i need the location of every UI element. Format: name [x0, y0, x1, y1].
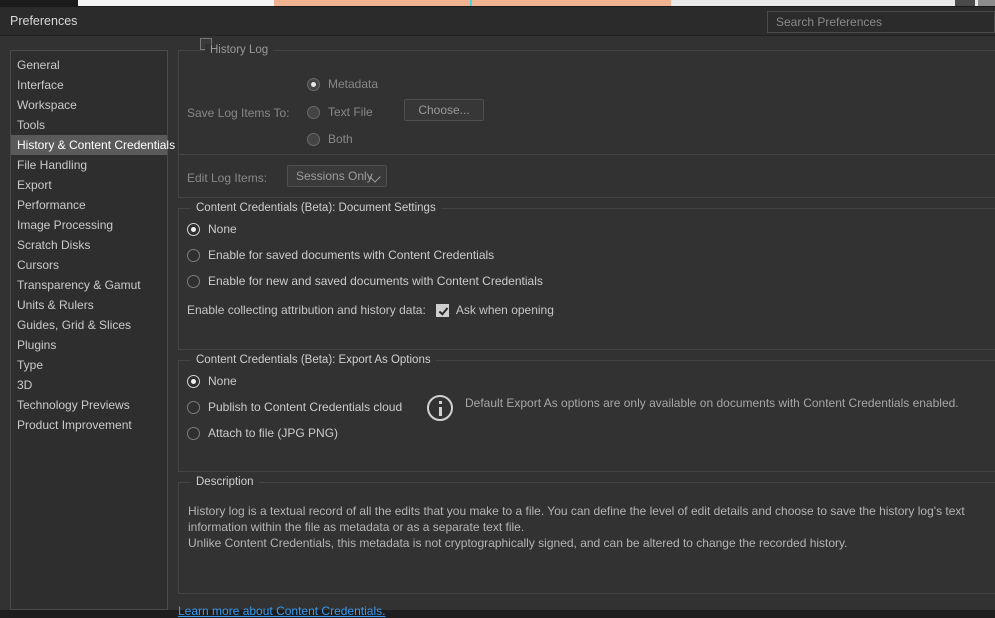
radio-export-none-label: None [208, 374, 237, 388]
attribution-row: Enable collecting attribution and histor… [187, 303, 554, 317]
sidebar-item-type[interactable]: Type [11, 355, 167, 375]
radio-export-attach-label: Attach to file (JPG PNG) [208, 426, 339, 440]
save-log-option-text-file[interactable]: Text File [307, 105, 373, 119]
learn-more-link[interactable]: Learn more about Content Credentials. [178, 604, 385, 618]
description-body: History log is a textual record of all t… [188, 503, 995, 551]
radio-doc-new-saved-icon[interactable] [187, 274, 200, 288]
save-log-items-label: Save Log Items To: [187, 106, 290, 120]
search-input[interactable] [768, 12, 994, 32]
sidebar-item-interface[interactable]: Interface [11, 75, 167, 95]
dialog-titlebar: Preferences [0, 7, 995, 36]
radio-export-attach-icon[interactable] [187, 426, 200, 440]
edit-log-items-label: Edit Log Items: [187, 171, 268, 185]
search-preferences-box[interactable] [767, 11, 995, 33]
radio-doc-none-label: None [208, 222, 237, 236]
info-circle-icon [427, 395, 453, 421]
history-log-legend: History Log [205, 44, 274, 56]
description-paragraph-2: Unlike Content Credentials, this metadat… [188, 536, 848, 550]
sidebar-item-scratch-disks[interactable]: Scratch Disks [11, 235, 167, 255]
ask-when-opening-checkbox[interactable] [435, 303, 449, 317]
export-info-text: Default Export As options are only avail… [465, 396, 959, 410]
sidebar-item-general[interactable]: General [11, 55, 167, 75]
export-info-note: Default Export As options are only avail… [427, 395, 967, 421]
radio-export-none-icon[interactable] [187, 374, 200, 388]
ask-when-opening-label: Ask when opening [455, 303, 554, 317]
radio-metadata-label: Metadata [328, 77, 379, 91]
radio-doc-new-saved-label: Enable for new and saved documents with … [208, 274, 543, 288]
sidebar-item-export[interactable]: Export [11, 175, 167, 195]
export-option-none[interactable]: None [187, 374, 237, 388]
document-settings-option-new-and-saved-docs[interactable]: Enable for new and saved documents with … [187, 274, 543, 288]
radio-both-icon[interactable] [307, 132, 320, 146]
radio-doc-saved-label: Enable for saved documents with Content … [208, 248, 495, 262]
sidebar-item-product-improvement[interactable]: Product Improvement [11, 415, 167, 435]
export-options-legend: Content Credentials (Beta): Export As Op… [191, 354, 436, 366]
sidebar-item-file-handling[interactable]: File Handling [11, 155, 167, 175]
sidebar-item-units-and-rulers[interactable]: Units & Rulers [11, 295, 167, 315]
sidebar-item-history-and-content-credentials[interactable]: History & Content Credentials [11, 135, 175, 155]
sidebar-item-guides-grid-and-slices[interactable]: Guides, Grid & Slices [11, 315, 167, 335]
description-paragraph-1: History log is a textual record of all t… [188, 504, 965, 534]
content-credentials-export-as-options-group: Content Credentials (Beta): Export As Op… [178, 354, 995, 472]
radio-text-file-icon[interactable] [307, 105, 320, 119]
radio-text-file-label: Text File [328, 105, 373, 119]
content-credentials-document-settings-group: Content Credentials (Beta): Document Set… [178, 202, 995, 350]
choose-button[interactable]: Choose... [404, 99, 484, 121]
export-option-attach-to-file[interactable]: Attach to file (JPG PNG) [187, 426, 338, 440]
sidebar-item-technology-previews[interactable]: Technology Previews [11, 395, 167, 415]
save-log-option-metadata[interactable]: Metadata [307, 77, 378, 91]
preferences-dialog: Preferences General Interface Workspace … [0, 6, 995, 618]
preferences-category-list[interactable]: General Interface Workspace Tools Histor… [10, 50, 175, 610]
radio-metadata-icon[interactable] [307, 77, 320, 91]
save-log-option-both[interactable]: Both [307, 132, 353, 146]
edit-log-items-value: Sessions Only [296, 169, 373, 183]
radio-doc-saved-icon[interactable] [187, 248, 200, 262]
document-settings-legend: Content Credentials (Beta): Document Set… [191, 202, 441, 214]
radio-both-label: Both [328, 132, 353, 146]
radio-doc-none-icon[interactable] [187, 222, 200, 236]
export-option-publish-cloud[interactable]: Publish to Content Credentials cloud [187, 400, 402, 414]
sidebar-item-transparency-and-gamut[interactable]: Transparency & Gamut [11, 275, 167, 295]
radio-export-publish-icon[interactable] [187, 400, 200, 414]
sidebar-item-plugins[interactable]: Plugins [11, 335, 167, 355]
sidebar-item-performance[interactable]: Performance [11, 195, 167, 215]
history-log-group: History Log Save Log Items To: Metadata … [178, 38, 995, 198]
dialog-body: General Interface Workspace Tools Histor… [0, 36, 995, 618]
radio-export-publish-label: Publish to Content Credentials cloud [208, 400, 403, 414]
document-settings-option-saved-docs[interactable]: Enable for saved documents with Content … [187, 248, 494, 262]
description-group: Description History log is a textual rec… [178, 476, 995, 594]
sidebar-item-cursors[interactable]: Cursors [11, 255, 167, 275]
attribution-label: Enable collecting attribution and histor… [187, 303, 426, 317]
sidebar-item-workspace[interactable]: Workspace [11, 95, 167, 115]
page-title: Preferences [10, 14, 78, 28]
edit-log-items-dropdown[interactable]: Sessions Only [287, 165, 387, 187]
document-settings-option-none[interactable]: None [187, 222, 237, 236]
sidebar-item-3d[interactable]: 3D [11, 375, 167, 395]
sidebar-item-tools[interactable]: Tools [11, 115, 167, 135]
history-log-divider [179, 154, 995, 155]
description-legend: Description [191, 476, 259, 488]
preferences-content-pane: History Log Save Log Items To: Metadata … [178, 36, 995, 618]
sidebar-item-image-processing[interactable]: Image Processing [11, 215, 167, 235]
